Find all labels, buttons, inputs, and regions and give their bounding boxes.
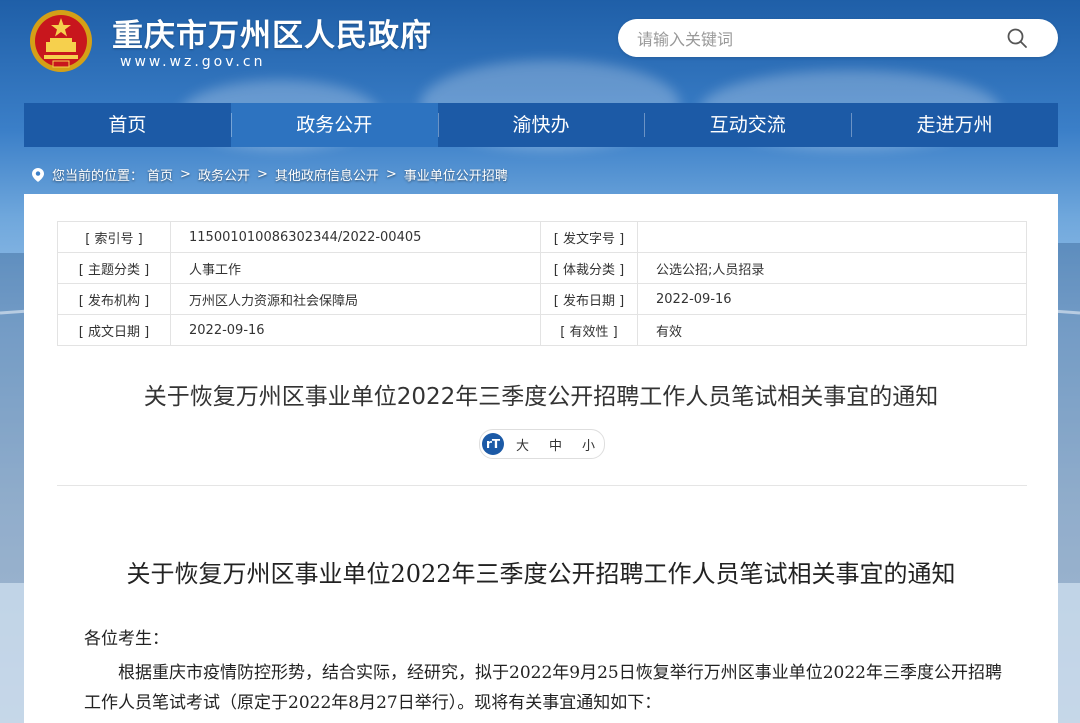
- genre-label: [ 体裁分类 ]: [540, 252, 638, 284]
- breadcrumb-separator: >: [385, 167, 397, 182]
- index-no-value: 11500101008630234​4/2022-00405: [170, 221, 541, 253]
- font-size-medium-button[interactable]: 中: [549, 435, 562, 454]
- font-size-switcher: rT 大 中 小: [479, 429, 605, 459]
- article-paragraph: 根据重庆市疫情防控形势，结合实际，经研究，拟于2022年9月25日恢复举行万州区…: [84, 663, 1002, 713]
- issuer-value: 万州区人力资源和社会保障局: [170, 283, 541, 315]
- publish-date-label: [ 发布日期 ]: [540, 283, 638, 315]
- topic-value: 人事工作: [170, 252, 541, 284]
- document-info-table: [ 索引号 ] 11500101008630234​4/2022-00405 […: [57, 221, 1027, 346]
- search-box: [618, 19, 1058, 59]
- font-size-large-button[interactable]: 大: [516, 435, 529, 454]
- article-title: 关于恢复万州区事业单位2022年三季度公开招聘工作人员笔试相关事宜的通知: [126, 560, 956, 588]
- topic-label: [ 主题分类 ]: [57, 252, 171, 284]
- site-title[interactable]: 重庆市万州区人民政府: [112, 10, 432, 55]
- breadcrumb: 您当前的位置： 首页 > 政务公开 > 其他政府信息公开 > 事业单位公开招聘: [32, 165, 508, 184]
- page-title: 关于恢复万州区事业单位2022年三季度公开招聘工作人员笔试相关事宜的通知: [143, 384, 939, 410]
- validity-label: [ 有效性 ]: [540, 314, 638, 346]
- publish-date-value: 2022-09-16: [637, 283, 1027, 315]
- site-url: www.wz.gov.cn: [120, 54, 266, 70]
- search-input[interactable]: [635, 19, 999, 59]
- table-row: [ 发布机构 ] 万州区人力资源和社会保障局 [ 发布日期 ] 2022-09-…: [57, 283, 1027, 315]
- table-row: [ 索引号 ] 11500101008630234​4/2022-00405 […: [57, 221, 1027, 253]
- search-icon[interactable]: [1006, 27, 1028, 49]
- created-date-value: 2022-09-16: [170, 314, 541, 346]
- index-no-label: [ 索引号 ]: [57, 221, 171, 253]
- table-row: [ 成文日期 ] 2022-09-16 [ 有效性 ] 有效: [57, 314, 1027, 346]
- nav-item-about-wanzhou[interactable]: 走进万州: [851, 103, 1058, 147]
- table-row: [ 主题分类 ] 人事工作 [ 体裁分类 ] 公选公招;人员招录: [57, 252, 1027, 284]
- nav-item-government-affairs[interactable]: 政务公开: [230, 103, 438, 147]
- national-emblem-icon: [30, 10, 92, 72]
- font-size-icon: rT: [482, 433, 504, 455]
- doc-no-label: [ 发文字号 ]: [540, 221, 638, 253]
- validity-value: 有效: [637, 314, 1027, 346]
- genre-value: 公选公招;人员招录: [637, 252, 1027, 284]
- breadcrumb-separator: >: [180, 167, 191, 182]
- breadcrumb-recruitment[interactable]: 事业单位公开招聘: [404, 165, 508, 184]
- main-nav: 首页 政务公开 渝快办 互动交流 走进万州: [24, 103, 1058, 147]
- breadcrumb-separator: >: [256, 167, 268, 182]
- divider: [57, 485, 1027, 486]
- breadcrumb-other-info[interactable]: 其他政府信息公开: [275, 165, 379, 184]
- article-salutation: 各位考生：: [84, 629, 169, 649]
- created-date-label: [ 成文日期 ]: [57, 314, 171, 346]
- issuer-label: [ 发布机构 ]: [57, 283, 171, 315]
- location-pin-icon: [32, 167, 44, 182]
- font-size-small-button[interactable]: 小: [582, 435, 595, 454]
- content-panel: [ 索引号 ] 11500101008630234​4/2022-00405 […: [24, 194, 1058, 723]
- nav-item-interaction[interactable]: 互动交流: [644, 103, 851, 147]
- nav-item-home[interactable]: 首页: [24, 103, 231, 147]
- breadcrumb-home[interactable]: 首页: [147, 165, 173, 184]
- site-header: 重庆市万州区人民政府 www.wz.gov.cn: [0, 0, 1080, 100]
- breadcrumb-prefix: 您当前的位置：: [52, 169, 144, 184]
- nav-item-yukuaiban[interactable]: 渝快办: [437, 103, 645, 147]
- doc-no-value: [637, 221, 1027, 253]
- breadcrumb-government-affairs[interactable]: 政务公开: [198, 165, 250, 184]
